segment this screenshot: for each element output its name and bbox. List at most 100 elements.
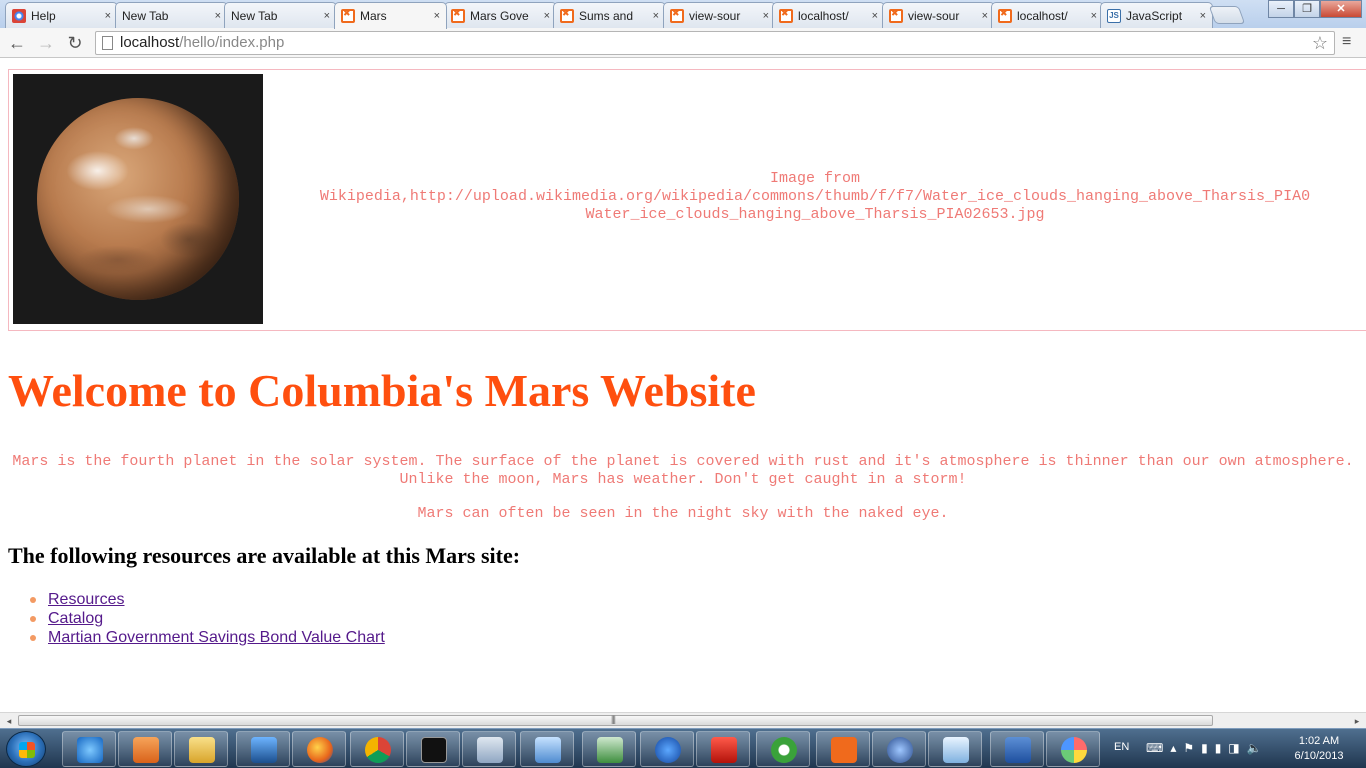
address-path: /hello/index.php [179, 34, 285, 51]
js-icon: JS [1107, 8, 1121, 23]
xampp-icon [998, 8, 1012, 23]
tab-close-icon[interactable]: × [1200, 10, 1206, 22]
tab-sums[interactable]: Sums and × [553, 2, 666, 28]
new-tab-button[interactable] [1208, 6, 1246, 24]
reload-button[interactable]: ↻ [64, 32, 86, 54]
maximize-button[interactable]: ❐ [1294, 0, 1320, 18]
xampp-icon [779, 8, 793, 23]
xampp-icon [889, 8, 903, 23]
word-icon[interactable] [990, 731, 1044, 767]
windows-taskbar: EN ⌨▴⚑▮▮◨🔈 1:02 AM 6/10/2013 [0, 728, 1366, 768]
tab-mars-gov[interactable]: Mars Gove × [444, 2, 557, 28]
browser-toolbar: ← → ↻ localhost/hello/index.php ☆ ≡ [0, 28, 1366, 58]
resources-link[interactable]: Resources [48, 591, 124, 608]
internet-explorer-icon[interactable] [62, 731, 116, 767]
tab-label: Mars [360, 9, 387, 23]
scrollbar-thumb[interactable]: ||| [18, 714, 1213, 726]
address-host: localhost [120, 34, 180, 51]
tab-label: New Tab [231, 8, 278, 23]
list-item: Resources [30, 590, 385, 609]
tab-close-icon[interactable]: × [544, 10, 550, 22]
tab-mars[interactable]: Mars × [334, 2, 447, 29]
clock[interactable]: 1:02 AM 6/10/2013 [1284, 734, 1354, 764]
bookmark-star-icon[interactable]: ☆ [1312, 32, 1328, 54]
tab-close-icon[interactable]: × [434, 10, 440, 22]
tab-close-icon[interactable]: × [653, 10, 659, 22]
chrome-icon[interactable] [350, 731, 404, 767]
caption-line: Water_ice_clouds_hanging_above_Tharsis_P… [585, 206, 1045, 223]
list-item: Catalog [30, 609, 385, 628]
tab-close-icon[interactable]: × [215, 10, 221, 22]
image-table: Image from Wikipedia,http://upload.wikim… [8, 69, 1366, 331]
tab-view-source-1[interactable]: view-sour × [663, 2, 776, 28]
mars-image [13, 74, 263, 324]
page-title: Welcome to Columbia's Mars Website [8, 365, 756, 416]
tab-label: Sums and [579, 8, 634, 23]
tab-close-icon[interactable]: × [1091, 10, 1097, 22]
tab-label: view-sour [908, 8, 960, 23]
list-item: Martian Government Savings Bond Value Ch… [30, 628, 385, 647]
xampp-icon [670, 8, 684, 23]
language-indicator[interactable]: EN [1114, 741, 1129, 753]
start-button[interactable] [6, 731, 46, 767]
close-window-button[interactable]: ✕ [1320, 0, 1362, 18]
window-controls: ─ ❐ ✕ [1268, 0, 1362, 18]
remote-desktop-icon[interactable] [582, 731, 636, 767]
minimize-button[interactable]: ─ [1268, 0, 1294, 18]
tab-localhost-2[interactable]: localhost/ × [991, 2, 1104, 28]
caption-line: Image from [769, 170, 860, 187]
tab-help[interactable]: Help × [5, 2, 118, 28]
forward-button[interactable]: → [35, 32, 57, 54]
xampp-icon[interactable] [816, 731, 870, 767]
media-player-icon[interactable] [118, 731, 172, 767]
tray-icons[interactable]: ⌨▴⚑▮▮◨🔈 [1146, 741, 1269, 755]
page-icon [102, 36, 113, 50]
notepad-icon[interactable] [928, 731, 982, 767]
tab-strip: Help × New Tab × New Tab × Mars × Mars G… [0, 0, 1366, 29]
intro-paragraph: Mars is the fourth planet in the solar s… [12, 453, 1354, 488]
tab-label: view-sour [689, 8, 741, 23]
scroll-right-icon[interactable]: ▸ [1350, 715, 1364, 727]
firefox-icon[interactable] [292, 731, 346, 767]
resources-heading: The following resources are available at… [8, 543, 521, 568]
chrome-menu-icon[interactable]: ≡ [1342, 33, 1360, 51]
catalog-link[interactable]: Catalog [48, 610, 103, 627]
calculator-icon[interactable] [462, 731, 516, 767]
tab-close-icon[interactable]: × [982, 10, 988, 22]
caption-line: Wikipedia,http://upload.wikimedia.org/wi… [319, 188, 1311, 205]
security-icon[interactable] [872, 731, 926, 767]
system-tray: EN ⌨▴⚑▮▮◨🔈 1:02 AM 6/10/2013 [1106, 729, 1366, 768]
help-icon[interactable] [640, 731, 694, 767]
bond-chart-link[interactable]: Martian Government Savings Bond Value Ch… [48, 629, 385, 646]
tab-new-1[interactable]: New Tab × [115, 2, 228, 28]
tab-label: JavaScript [1126, 8, 1183, 23]
xampp-icon [451, 8, 465, 23]
paint-icon[interactable] [1046, 731, 1100, 767]
tab-close-icon[interactable]: × [324, 10, 330, 22]
image-caption: Image from Wikipedia,http://upload.wikim… [265, 170, 1365, 224]
acrobat-icon[interactable] [696, 731, 750, 767]
back-button[interactable]: ← [6, 32, 28, 54]
address-bar[interactable]: localhost/hello/index.php ☆ [95, 31, 1335, 55]
tab-close-icon[interactable]: × [763, 10, 769, 22]
tab-close-icon[interactable]: × [872, 10, 878, 22]
xampp-icon [560, 8, 574, 23]
sync-icon[interactable] [756, 731, 810, 767]
clock-date: 6/10/2013 [1294, 750, 1344, 762]
network-icon[interactable] [520, 731, 574, 767]
tab-label: New Tab [122, 8, 169, 23]
tab-new-2[interactable]: New Tab × [224, 2, 337, 28]
4g-wimax-icon[interactable] [236, 731, 290, 767]
horizontal-scrollbar[interactable]: ◂ ||| ▸ [0, 712, 1366, 728]
tab-close-icon[interactable]: × [105, 10, 111, 22]
tab-localhost-1[interactable]: localhost/ × [772, 2, 885, 28]
tab-label: localhost/ [1017, 8, 1068, 23]
file-explorer-icon[interactable] [174, 731, 228, 767]
tab-label: localhost/ [798, 8, 849, 23]
tab-javascript[interactable]: JS JavaScript × [1100, 2, 1213, 28]
command-prompt-icon[interactable] [406, 731, 460, 767]
chrome-help-icon [12, 8, 26, 23]
scroll-left-icon[interactable]: ◂ [2, 715, 16, 727]
visibility-paragraph: Mars can often be seen in the night sky … [417, 505, 949, 522]
tab-view-source-2[interactable]: view-sour × [882, 2, 995, 28]
